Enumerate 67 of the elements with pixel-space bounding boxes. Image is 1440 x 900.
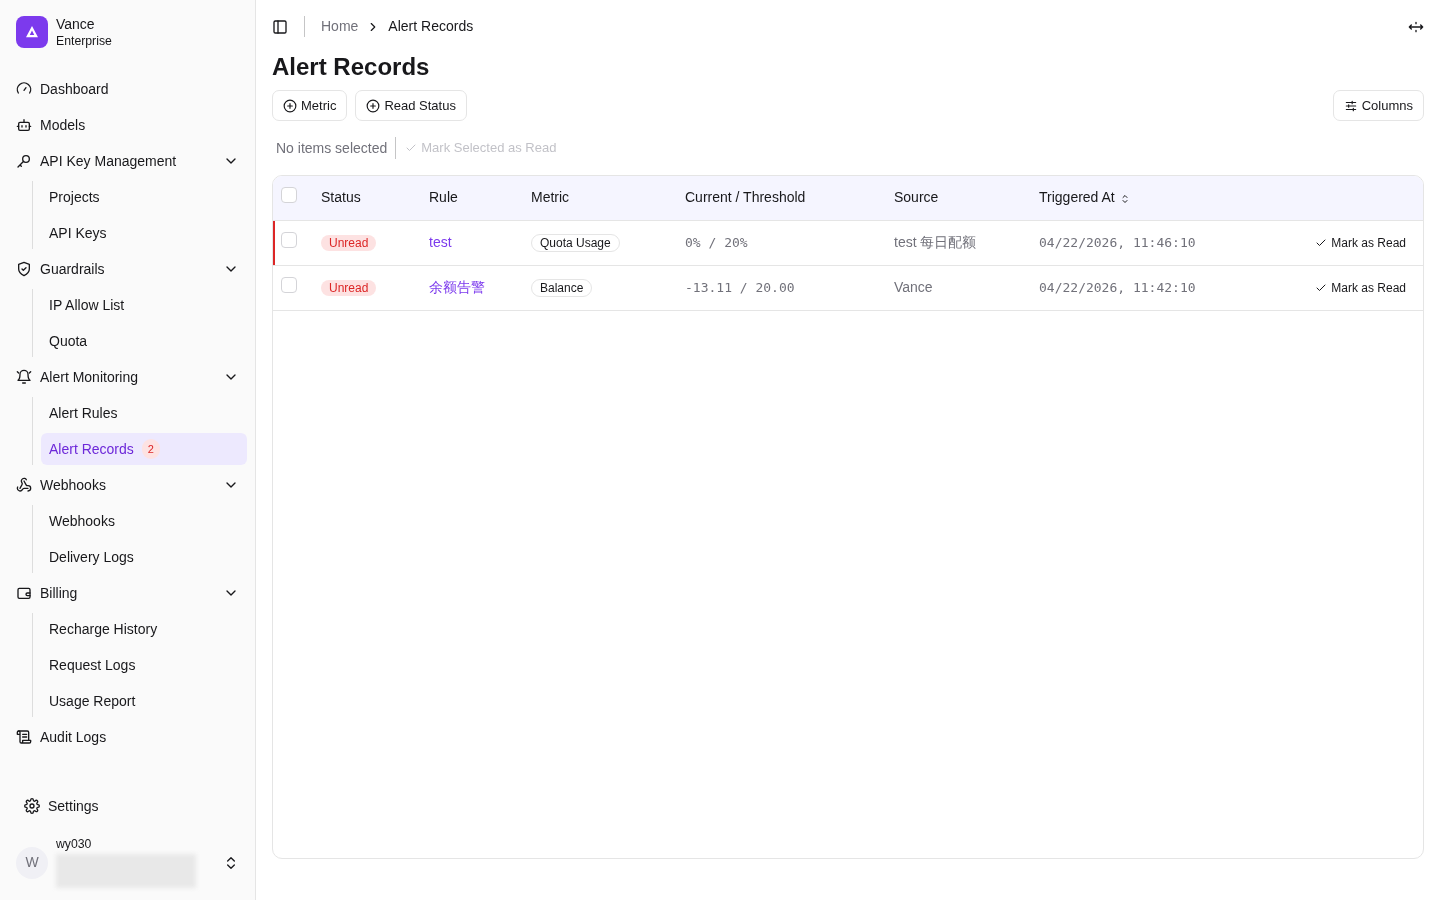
gear-icon <box>24 797 40 814</box>
sidebar-item[interactable]: Alert Records 2 <box>41 432 247 465</box>
sidebar-item[interactable]: API Key Management <box>8 144 247 177</box>
plus-circle-icon <box>283 98 297 113</box>
plus-circle-icon <box>366 98 381 113</box>
page-title: Alert Records <box>272 53 431 82</box>
sidebar-toggle-button[interactable] <box>272 18 288 35</box>
status-badge: Unread <box>321 280 377 297</box>
filter-button[interactable]: Metric <box>272 89 348 122</box>
webhook-icon <box>16 476 32 493</box>
sidebar-item[interactable]: Alert Monitoring <box>8 360 247 393</box>
breadcrumb-link[interactable]: Home <box>321 16 359 37</box>
sidebar-item[interactable]: Guardrails <box>8 252 247 285</box>
robot-icon <box>16 116 32 133</box>
sidebar-item[interactable]: Models <box>8 108 247 141</box>
mark-read-button[interactable]: Mark as Read <box>1314 233 1407 254</box>
select-all-checkbox[interactable] <box>281 186 297 203</box>
sidebar-item[interactable]: IP Allow List <box>41 288 247 321</box>
rule-link[interactable]: 余额告警 <box>429 279 485 296</box>
settings-link[interactable]: Settings <box>16 789 239 822</box>
mark-read-button[interactable]: Mark as Read <box>1314 278 1407 299</box>
shield-icon <box>16 260 32 277</box>
sidebar-item[interactable]: Usage Report <box>41 684 247 717</box>
logo-icon <box>16 16 48 49</box>
scroll-icon <box>16 728 32 745</box>
brand-subtitle: Enterprise <box>56 33 112 49</box>
user-name: wy030 <box>56 837 93 850</box>
sidebar-item[interactable]: Webhooks <box>41 504 247 537</box>
column-header: Rule <box>421 175 523 221</box>
breadcrumb-current: Alert Records <box>388 17 474 36</box>
sliders-icon <box>1343 98 1358 113</box>
row-checkbox[interactable] <box>281 231 297 248</box>
sidebar-item[interactable]: Audit Logs <box>8 720 247 753</box>
gauge-icon <box>16 80 32 97</box>
column-header: Source <box>886 175 1031 221</box>
columns-button[interactable]: Columns <box>1332 89 1424 122</box>
sidebar-item[interactable]: API Keys <box>41 216 247 249</box>
column-header: Current / Threshold <box>677 175 886 221</box>
table-cell: 04/22/2026, 11:42:10 <box>1031 265 1265 311</box>
sidebar-item[interactable]: Delivery Logs <box>41 540 247 573</box>
table-cell: 0% / 20% <box>677 220 886 266</box>
column-header: Status <box>313 175 421 221</box>
column-header[interactable]: Triggered At <box>1031 175 1265 221</box>
status-badge: Unread <box>321 235 377 252</box>
sidebar-item[interactable]: Dashboard <box>8 72 247 105</box>
rule-link[interactable]: test <box>429 234 452 251</box>
sidebar-item[interactable]: Request Logs <box>41 648 247 681</box>
sidebar-item[interactable]: Projects <box>41 180 247 213</box>
count-badge: 2 <box>141 438 160 459</box>
column-header: Metric <box>523 175 677 221</box>
table-cell: -13.11 / 20.00 <box>677 265 886 311</box>
table-cell: Vance <box>886 265 1031 311</box>
filter-button[interactable]: Read Status <box>355 89 467 122</box>
row-checkbox[interactable] <box>281 276 297 293</box>
sidebar-item[interactable]: Webhooks <box>8 468 247 501</box>
sidebar-item[interactable]: Recharge History <box>41 612 247 645</box>
sidebar-item[interactable]: Billing <box>8 576 247 609</box>
table-cell: test 每日配额 <box>886 220 1031 266</box>
key-icon <box>16 152 32 169</box>
user-avatar: W <box>16 846 48 879</box>
sidebar-item[interactable]: Quota <box>41 324 247 357</box>
sidebar-item[interactable]: Alert Rules <box>41 396 247 429</box>
table-cell: 04/22/2026, 11:46:10 <box>1031 220 1265 266</box>
brand-name: Vance <box>56 16 96 34</box>
selection-status: No items selected <box>276 138 388 158</box>
bell-icon <box>16 368 32 385</box>
sidebar-icon <box>272 18 288 35</box>
